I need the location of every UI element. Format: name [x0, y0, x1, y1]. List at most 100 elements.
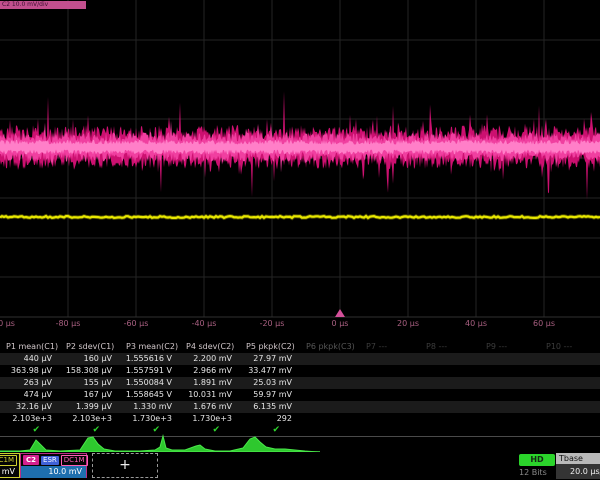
param-header-P6[interactable]: P6 pkpk(C3): [300, 340, 360, 353]
param-value-P7-r2: [360, 365, 420, 377]
param-value-P1-r1: 440 µV: [0, 353, 60, 365]
param-value-P5-r3: 25.03 mV: [240, 377, 300, 389]
param-header-P4[interactable]: P4 sdev(C2): [180, 340, 240, 353]
param-value-P3-r4: 1.558645 V: [120, 389, 180, 401]
param-value-P9-r1: [480, 353, 540, 365]
param-value-P2-r2: 158.308 µV: [60, 365, 120, 377]
measurement-table: P1 mean(C1)P2 sdev(C1)P3 mean(C2)P4 sdev…: [0, 340, 600, 437]
param-value-P5-r1: 27.97 mV: [240, 353, 300, 365]
hd-bits-label: 12 Bits: [519, 468, 559, 477]
param-value-P10-r4: [540, 389, 600, 401]
param-value-P5-r6: 292: [240, 413, 300, 425]
waveform-svg: [0, 0, 600, 318]
timebase-value: 20.0 µs/div: [556, 464, 600, 479]
param-header-P5[interactable]: P5 pkpk(C2): [240, 340, 300, 353]
hd-mode-badge[interactable]: HD: [519, 454, 555, 466]
param-value-P3-r6: 1.730e+3: [120, 413, 180, 425]
param-value-P6-r5: [300, 401, 360, 413]
param-value-P4-r1: 2.200 mV: [180, 353, 240, 365]
param-header-P2[interactable]: P2 sdev(C1): [60, 340, 120, 353]
param-value-row-6: 2.103e+32.103e+31.730e+31.730e+3292: [0, 413, 600, 425]
param-value-P5-r2: 33.477 mV: [240, 365, 300, 377]
param-header-P1[interactable]: P1 mean(C1): [0, 340, 60, 353]
param-value-P10-r3: [540, 377, 600, 389]
param-value-P7-r3: [360, 377, 420, 389]
param-header-P7[interactable]: P7 ---: [360, 340, 420, 353]
oscilloscope-screen: C2 10.0 mV/div -100 µs-80 µs-60 µs-40 µs…: [0, 0, 600, 480]
c1-vertical-scale: 10.0 mV: [0, 466, 19, 478]
timebase-descriptor[interactable]: Tbase 20.0 µs/div: [556, 453, 600, 479]
time-tick-label-1: -80 µs: [56, 319, 81, 328]
channel-c2-descriptor[interactable]: C2 ESR DC1M 10.0 mV: [20, 453, 87, 478]
param-value-P8-r6: [420, 413, 480, 425]
time-tick-label-8: 60 µs: [533, 319, 555, 328]
param-value-P2-r4: 167 µV: [60, 389, 120, 401]
param-value-row-2: 363.98 µV158.308 µV1.557591 V2.966 mV33.…: [0, 365, 600, 377]
param-value-P7-r6: [360, 413, 420, 425]
param-value-P9-r5: [480, 401, 540, 413]
add-trace-button[interactable]: +: [92, 453, 158, 478]
param-value-P3-r3: 1.550084 V: [120, 377, 180, 389]
param-value-P1-r2: 363.98 µV: [0, 365, 60, 377]
param-value-P4-r2: 2.966 mV: [180, 365, 240, 377]
param-value-P5-r5: 6.135 mV: [240, 401, 300, 413]
param-value-P7-r1: [360, 353, 420, 365]
param-value-P10-r1: [540, 353, 600, 365]
param-value-P8-r2: [420, 365, 480, 377]
param-value-row-1: 440 µV160 µV1.555616 V2.200 mV27.97 mV: [0, 353, 600, 365]
param-header-P3[interactable]: P3 mean(C2): [120, 340, 180, 353]
param-value-row-3: 263 µV155 µV1.550084 V1.891 mV25.03 mV: [0, 377, 600, 389]
param-value-P9-r4: [480, 389, 540, 401]
param-value-P7-r4: [360, 389, 420, 401]
param-value-P3-r5: 1.330 mV: [120, 401, 180, 413]
param-value-P10-r6: [540, 413, 600, 425]
param-value-P6-r1: [300, 353, 360, 365]
channel-c1-descriptor[interactable]: C1 DC1M 10.0 mV: [0, 453, 20, 478]
param-value-P8-r5: [420, 401, 480, 413]
param-value-P4-r3: 1.891 mV: [180, 377, 240, 389]
param-value-P9-r2: [480, 365, 540, 377]
c2-vertical-scale: 10.0 mV: [21, 466, 86, 478]
param-value-P8-r4: [420, 389, 480, 401]
param-header-P10[interactable]: P10 ---: [540, 340, 600, 353]
param-value-P1-r3: 263 µV: [0, 377, 60, 389]
param-value-P3-r1: 1.555616 V: [120, 353, 180, 365]
param-value-P3-r2: 1.557591 V: [120, 365, 180, 377]
c2-coupling-badge: DC1M: [61, 455, 88, 466]
param-value-P7-r5: [360, 401, 420, 413]
param-value-P10-r5: [540, 401, 600, 413]
timebase-title: Tbase: [556, 453, 600, 464]
c1-coupling-badge: DC1M: [0, 455, 17, 466]
time-tick-label-2: -60 µs: [124, 319, 149, 328]
param-value-P4-r6: 1.730e+3: [180, 413, 240, 425]
param-value-P5-r4: 59.97 mV: [240, 389, 300, 401]
param-value-P1-r4: 474 µV: [0, 389, 60, 401]
param-value-P1-r5: 32.16 µV: [0, 401, 60, 413]
param-value-P2-r6: 2.103e+3: [60, 413, 120, 425]
param-value-P2-r3: 155 µV: [60, 377, 120, 389]
param-value-P10-r2: [540, 365, 600, 377]
param-value-P9-r6: [480, 413, 540, 425]
timebase-axis-labels: -100 µs -80 µs -60 µs -40 µs -20 µs 0 µs 20 µs…: [0, 319, 600, 331]
param-header-P9[interactable]: P9 ---: [480, 340, 540, 353]
c2-label: C2: [23, 455, 39, 465]
param-value-P9-r3: [480, 377, 540, 389]
param-value-P8-r1: [420, 353, 480, 365]
waveform-grid: [0, 0, 600, 318]
time-tick-label-6: 20 µs: [397, 319, 419, 328]
param-value-P4-r5: 1.676 mV: [180, 401, 240, 413]
param-value-P6-r2: [300, 365, 360, 377]
param-value-P6-r4: [300, 389, 360, 401]
param-value-row-5: 32.16 µV1.399 µV1.330 mV1.676 mV6.135 mV: [0, 401, 600, 413]
time-tick-label-7: 40 µs: [465, 319, 487, 328]
param-value-P6-r3: [300, 377, 360, 389]
param-value-P2-r1: 160 µV: [60, 353, 120, 365]
c2-esr-badge: ESR: [41, 456, 59, 465]
time-tick-label-0: -100 µs: [0, 319, 15, 328]
param-value-row-4: 474 µV167 µV1.558645 V10.031 mV59.97 mV: [0, 389, 600, 401]
param-value-P4-r4: 10.031 mV: [180, 389, 240, 401]
time-tick-label-4: -20 µs: [260, 319, 285, 328]
time-tick-label-3: -40 µs: [192, 319, 217, 328]
param-header-P8[interactable]: P8 ---: [420, 340, 480, 353]
time-tick-label-5: 0 µs: [332, 319, 349, 328]
